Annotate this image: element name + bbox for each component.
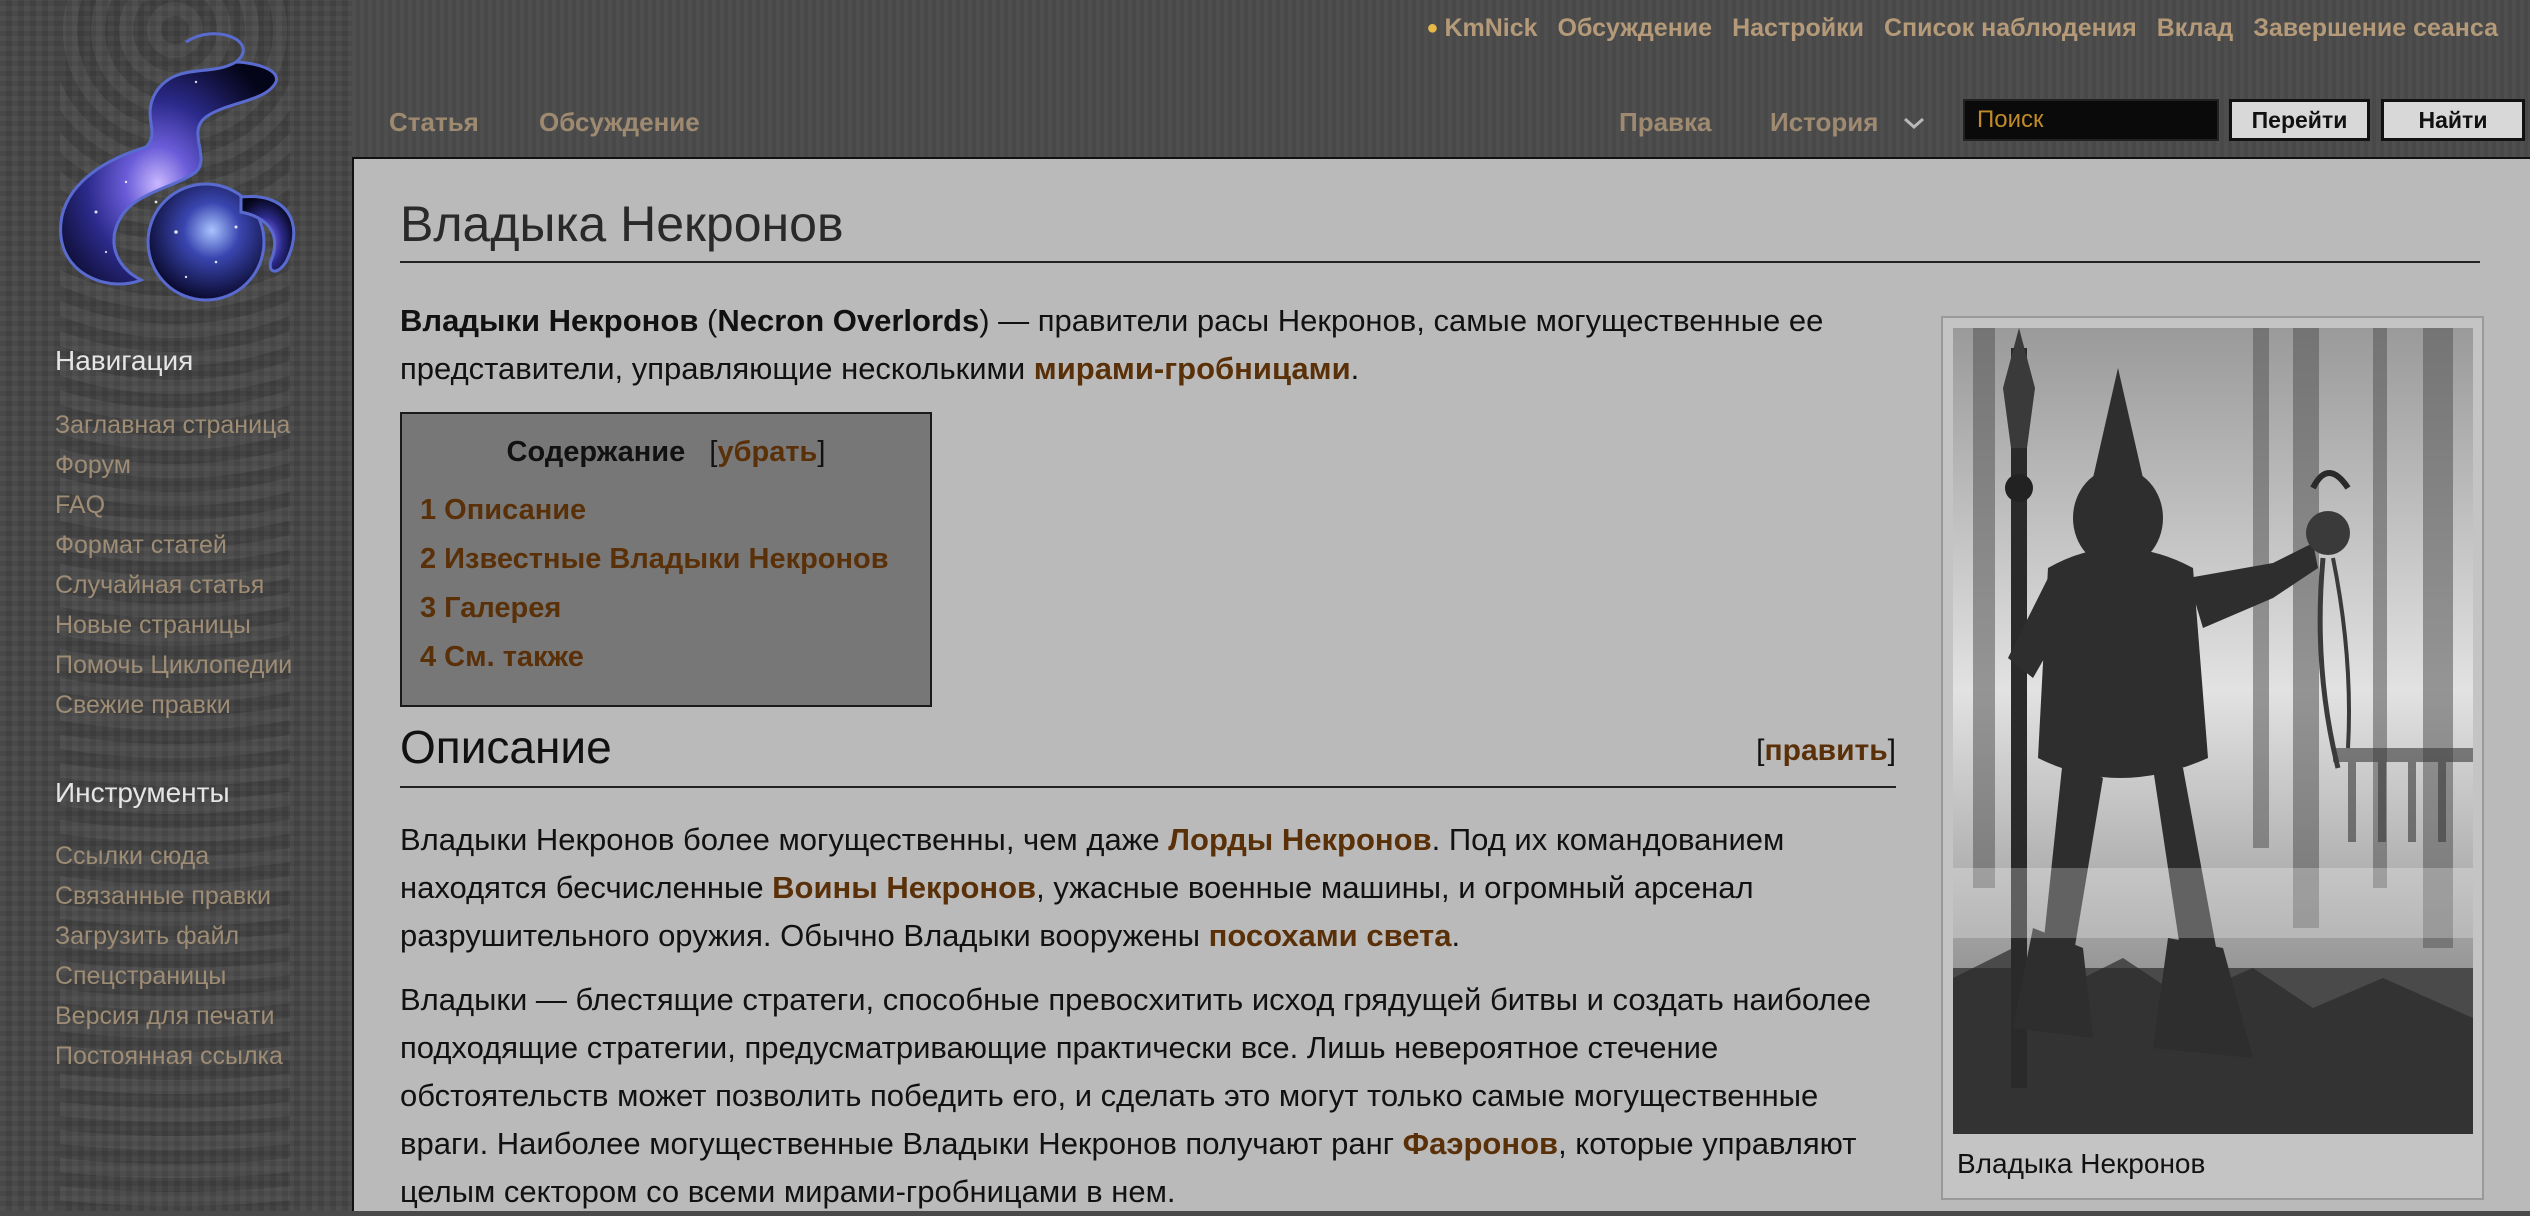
sidebar-item-printable-version[interactable]: Версия для печати [55, 1002, 275, 1030]
find-button[interactable]: Найти [2381, 99, 2525, 141]
watchlist-link[interactable]: Список наблюдения [1884, 14, 2137, 43]
toc-bracket: ] [817, 436, 826, 468]
lightbulb-icon: ● [1426, 17, 1439, 39]
description-paragraph-1: Владыки Некронов более могущественны, че… [400, 816, 1900, 960]
tab-article[interactable]: Статья [389, 107, 479, 138]
list-item: FAQ [55, 485, 292, 525]
sidebar-item-recent-changes[interactable]: Свежие правки [55, 691, 231, 719]
logout-link[interactable]: Завершение сеанса [2253, 14, 2498, 43]
intro-paragraph: Владыки Некронов (Necron Overlords) — пр… [400, 297, 1910, 393]
list-item: Форум [55, 445, 292, 485]
toc-title: Содержание [506, 436, 686, 468]
sidebar-item-new-pages[interactable]: Новые страницы [55, 611, 251, 639]
description-paragraph-2: Владыки — блестящие стратеги, способные … [400, 976, 1900, 1216]
list-item: Заглавная страница [55, 405, 292, 445]
toc-item-description[interactable]: 1 Описание [420, 494, 586, 526]
tools-list: Ссылки сюда Связанные правки Загрузить ф… [55, 836, 283, 1076]
list-item: 4 См. также [420, 633, 889, 682]
list-item: Ссылки сюда [55, 836, 283, 876]
list-item: 2 Известные Владыки Некронов [420, 535, 889, 584]
list-item: Загрузить файл [55, 916, 283, 956]
toc-toggle-link[interactable]: убрать [717, 436, 817, 468]
go-button[interactable]: Перейти [2229, 99, 2370, 141]
bold-term: Владыки Некронов [400, 303, 699, 338]
navigation-list: Заглавная страница Форум FAQ Формат стат… [55, 405, 292, 725]
chevron-down-icon[interactable] [1899, 111, 1929, 135]
sidebar-item-article-format[interactable]: Формат статей [55, 531, 227, 559]
toc-header: Содержание [убрать] [402, 436, 930, 469]
paragraph-text: Владыки Некронов более могущественны, че… [400, 822, 1169, 857]
tools-portal-title: Инструменты [55, 777, 230, 808]
toc-item-known-overlords[interactable]: 2 Известные Владыки Некронов [420, 543, 889, 575]
phaerons-link[interactable]: Фаэронов [1403, 1126, 1558, 1161]
sidebar-item-main-page[interactable]: Заглавная страница [55, 411, 290, 439]
page-title: Владыка Некронов [400, 195, 2480, 263]
navigation-portal-title: Навигация [55, 345, 194, 376]
paragraph-text: . [1451, 918, 1461, 953]
necron-lords-link[interactable]: Лорды Некронов [1168, 822, 1431, 857]
list-item: Новые страницы [55, 605, 292, 645]
list-item: Помочь Циклопедии [55, 645, 292, 685]
necron-warriors-link[interactable]: Воины Некронов [772, 870, 1036, 905]
thumbnail-caption: Владыка Некронов [1957, 1148, 2206, 1179]
tomb-worlds-link[interactable]: мирами-гробницами [1034, 351, 1351, 386]
sidebar-item-help[interactable]: Помочь Циклопедии [55, 651, 292, 679]
list-item: Формат статей [55, 525, 292, 565]
staff-of-light-link[interactable]: посохами света [1209, 918, 1452, 953]
section-heading: Описание [править] [400, 720, 1896, 788]
toc-item-gallery[interactable]: 3 Галерея [420, 592, 561, 624]
contributions-link[interactable]: Вклад [2157, 14, 2234, 43]
talk-link[interactable]: Обсуждение [1558, 14, 1713, 43]
toc-list: 1 Описание 2 Известные Владыки Некронов … [420, 486, 889, 682]
toc-item-see-also[interactable]: 4 См. также [420, 641, 584, 673]
site-logo[interactable] [36, 22, 316, 312]
list-item: Связанные правки [55, 876, 283, 916]
list-item: 3 Галерея [420, 584, 889, 633]
sidebar-item-special-pages[interactable]: Спецстраницы [55, 962, 226, 990]
preferences-link[interactable]: Настройки [1732, 14, 1864, 43]
sidebar-item-random-article[interactable]: Случайная статья [55, 571, 264, 599]
sidebar-item-upload-file[interactable]: Загрузить файл [55, 922, 239, 950]
list-item: Версия для печати [55, 996, 283, 1036]
section-edit-link[interactable]: править [1765, 734, 1888, 767]
list-item: Свежие правки [55, 685, 292, 725]
username: KmNick [1444, 14, 1538, 42]
list-item: Постоянная ссылка [55, 1036, 283, 1076]
intro-text: . [1350, 351, 1360, 386]
sidebar-item-what-links-here[interactable]: Ссылки сюда [55, 842, 209, 870]
intro-text: ( [698, 303, 718, 338]
personal-tools: ● KmNick Обсуждение Настройки Список наб… [1426, 14, 2498, 43]
search-input[interactable] [1963, 99, 2219, 141]
necron-overlord-image[interactable] [1953, 328, 2473, 1134]
user-link[interactable]: ● KmNick [1426, 14, 1537, 43]
toc-bracket: [ [693, 436, 718, 468]
sidebar-item-faq[interactable]: FAQ [55, 491, 105, 519]
sidebar-item-permanent-link[interactable]: Постоянная ссылка [55, 1042, 283, 1070]
tab-history[interactable]: История [1770, 107, 1878, 138]
tab-discussion[interactable]: Обсуждение [539, 107, 700, 138]
section-edit: [править] [1756, 734, 1896, 767]
section-title: Описание [400, 721, 612, 773]
list-item: Случайная статья [55, 565, 292, 605]
table-of-contents: Содержание [убрать] 1 Описание 2 Известн… [400, 412, 932, 707]
sidebar-item-related-changes[interactable]: Связанные правки [55, 882, 271, 910]
list-item: Спецстраницы [55, 956, 283, 996]
sidebar-item-forum[interactable]: Форум [55, 451, 131, 479]
list-item: 1 Описание [420, 486, 889, 535]
thumbnail-frame: Владыка Некронов [1941, 316, 2484, 1200]
bold-term-alt: Necron Overlords [717, 303, 980, 338]
tab-edit[interactable]: Правка [1619, 107, 1712, 138]
